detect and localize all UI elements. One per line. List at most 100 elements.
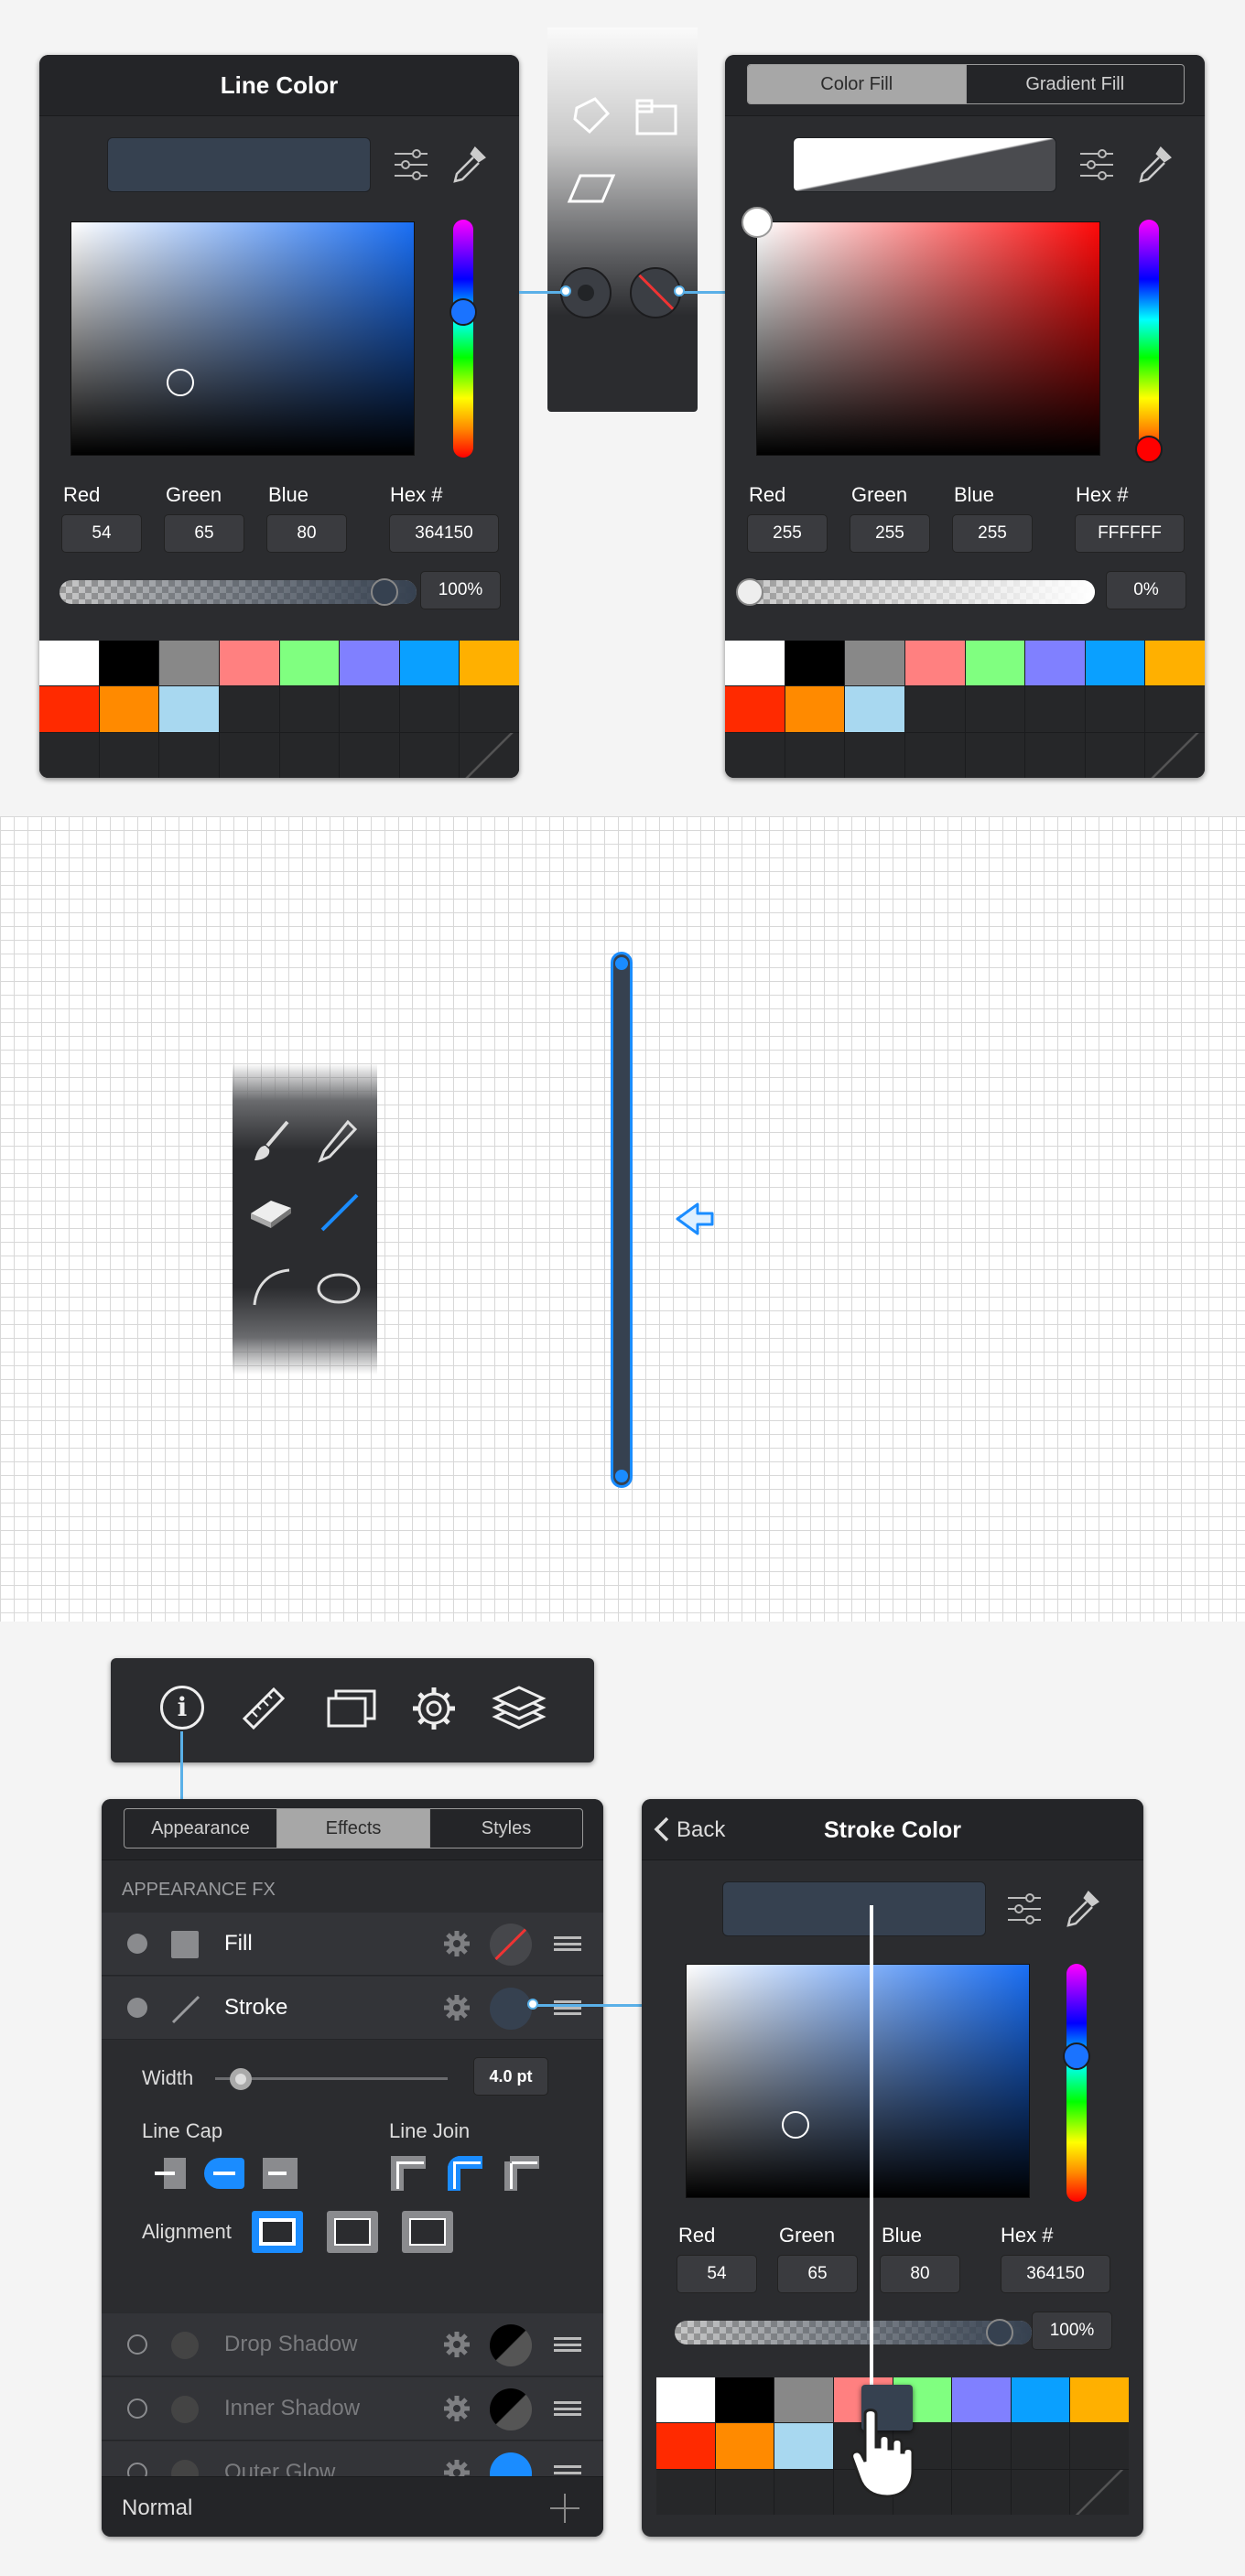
swatch[interactable] (1025, 732, 1085, 778)
swatch[interactable] (725, 686, 785, 732)
swatch[interactable] (785, 641, 845, 686)
swatch[interactable] (1085, 686, 1145, 732)
red-field[interactable]: 54 (677, 2255, 757, 2293)
swatch[interactable] (39, 641, 99, 686)
swatch[interactable] (1085, 732, 1145, 778)
align-outside-button[interactable] (402, 2211, 453, 2253)
drop-shadow-drag-handle[interactable] (554, 2337, 581, 2352)
opacity-slider[interactable] (738, 580, 1095, 604)
swatch[interactable] (774, 2377, 833, 2423)
opacity-slider[interactable] (60, 580, 417, 604)
swatch[interactable] (1145, 686, 1205, 732)
stroke-drag-handle[interactable] (554, 2000, 581, 2015)
tab-effects[interactable]: Effects (277, 1809, 430, 1848)
swatch[interactable] (965, 686, 1025, 732)
swatch[interactable] (99, 732, 159, 778)
hex-field[interactable]: 364150 (1001, 2255, 1110, 2293)
swatch[interactable] (1011, 2423, 1070, 2469)
stroke-settings-icon[interactable] (442, 1993, 471, 2022)
swatch[interactable] (715, 2377, 774, 2423)
picker-handle[interactable] (742, 207, 773, 238)
inner-shadow-checkbox[interactable] (127, 2398, 147, 2419)
swatch[interactable] (785, 686, 845, 732)
opacity-handle[interactable] (986, 2319, 1013, 2346)
hue-handle[interactable] (1063, 2042, 1090, 2070)
swatch[interactable] (399, 686, 460, 732)
fill-row[interactable]: Fill (102, 1913, 603, 1976)
appearance-tabs[interactable]: Appearance Effects Styles (124, 1808, 583, 1848)
add-swatch-button[interactable] (1145, 732, 1205, 778)
blend-mode-label[interactable]: Normal (122, 2495, 192, 2521)
swatch[interactable] (460, 686, 519, 732)
inner-shadow-color-well[interactable] (490, 2388, 532, 2430)
swatch[interactable] (219, 732, 279, 778)
line-endpoint-handle[interactable] (615, 957, 628, 970)
layers-icon[interactable] (492, 1686, 547, 1733)
layers-stack-icon[interactable] (325, 1686, 378, 1731)
swatch[interactable] (715, 2423, 774, 2469)
swatch[interactable] (845, 641, 904, 686)
swatch[interactable] (845, 732, 904, 778)
tab-appearance[interactable]: Appearance (124, 1809, 277, 1848)
sliders-icon[interactable] (1078, 146, 1115, 183)
swatch[interactable] (399, 732, 460, 778)
swatch[interactable] (725, 732, 785, 778)
saturation-brightness-picker[interactable] (686, 1964, 1030, 2198)
swatch[interactable] (99, 641, 159, 686)
red-field[interactable]: 255 (747, 514, 828, 553)
tab-color-fill[interactable]: Color Fill (748, 65, 967, 103)
blue-field[interactable]: 80 (266, 514, 347, 553)
swatch[interactable] (460, 641, 519, 686)
eyedropper-icon[interactable] (1135, 145, 1174, 185)
swatch[interactable] (715, 2469, 774, 2515)
swatch[interactable] (1025, 686, 1085, 732)
stroke-row[interactable]: Stroke (102, 1977, 603, 2040)
round-join-button[interactable] (448, 2156, 482, 2191)
opacity-handle[interactable] (736, 578, 763, 606)
line-endpoint-handle[interactable] (615, 1470, 628, 1482)
swatch[interactable] (656, 2423, 715, 2469)
drop-shadow-settings-icon[interactable] (442, 2330, 471, 2359)
drop-shadow-checkbox[interactable] (127, 2334, 147, 2355)
swatch-grid[interactable] (725, 641, 1205, 778)
saturation-brightness-picker[interactable] (70, 221, 415, 456)
swatch[interactable] (159, 686, 219, 732)
swatch[interactable] (774, 2469, 833, 2515)
ellipse-icon[interactable] (315, 1270, 363, 1307)
eraser-icon[interactable] (247, 1193, 295, 1230)
swatch[interactable] (952, 2377, 1011, 2423)
inner-shadow-drag-handle[interactable] (554, 2401, 581, 2416)
swatch[interactable] (904, 732, 965, 778)
hue-handle[interactable] (1135, 436, 1163, 463)
swatch[interactable] (952, 2469, 1011, 2515)
fill-type-tabs[interactable]: Color Fill Gradient Fill (747, 64, 1185, 104)
fill-settings-icon[interactable] (442, 1929, 471, 1958)
swatch[interactable] (965, 641, 1025, 686)
swatch[interactable] (279, 732, 340, 778)
tab-styles[interactable]: Styles (430, 1809, 582, 1848)
hue-slider[interactable] (1135, 220, 1163, 463)
add-swatch-button[interactable] (1070, 2469, 1129, 2515)
ruler-icon[interactable] (239, 1684, 288, 1733)
picker-handle[interactable] (782, 2111, 809, 2139)
stroke-checkbox[interactable] (127, 1998, 147, 2018)
swatch[interactable] (656, 2469, 715, 2515)
hue-slider[interactable] (449, 220, 477, 458)
drop-shadow-row[interactable]: Drop Shadow (102, 2313, 603, 2377)
blend-mode-bar[interactable]: Normal (102, 2476, 603, 2537)
swatch[interactable] (1145, 641, 1205, 686)
miter-join-button[interactable] (391, 2156, 426, 2191)
hue-slider[interactable] (1063, 1964, 1090, 2202)
bevel-join-button[interactable] (504, 2156, 539, 2191)
swatch[interactable] (340, 686, 399, 732)
selected-line-stroke[interactable] (611, 952, 633, 1488)
swatch[interactable] (1085, 641, 1145, 686)
inner-shadow-settings-icon[interactable] (442, 2394, 471, 2423)
butt-cap-button[interactable] (155, 2158, 186, 2189)
fill-checkbox[interactable] (127, 1934, 147, 1954)
swatch[interactable] (774, 2423, 833, 2469)
swatch[interactable] (39, 732, 99, 778)
green-field[interactable]: 65 (777, 2255, 858, 2293)
green-field[interactable]: 255 (850, 514, 930, 553)
swatch[interactable] (39, 686, 99, 732)
